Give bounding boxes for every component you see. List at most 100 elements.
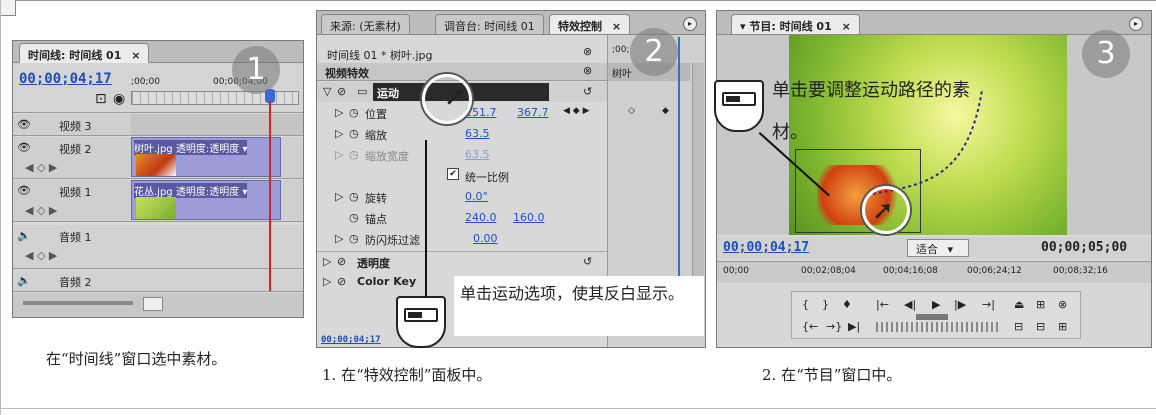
lift-icon[interactable]: ⏏ xyxy=(1014,298,1024,311)
expand-triangle-icon[interactable]: ▽ xyxy=(323,85,331,98)
fit-dropdown[interactable]: 适合 ▾ xyxy=(907,239,969,257)
opacity-label: 透明度 xyxy=(357,257,390,270)
jog-shuttle[interactable] xyxy=(876,322,1000,332)
marker-icon[interactable]: ◉ xyxy=(113,91,125,107)
ruler-tick-3: 00;06;24;12 xyxy=(967,266,1022,276)
zoom-slider[interactable] xyxy=(23,301,133,305)
rotation-value[interactable]: 0.0° xyxy=(465,190,488,203)
tab-audio-mixer[interactable]: 调音台: 时间线 01 xyxy=(435,14,544,34)
trim-icon[interactable]: ⊞ xyxy=(1036,298,1045,311)
speaker-icon[interactable]: 🔈 xyxy=(17,229,31,242)
anchor-x[interactable]: 240.0 xyxy=(465,211,497,224)
program-ruler[interactable]: 00;00 00;02;08;04 00;04;16;08 00;06;24;1… xyxy=(717,261,1151,283)
flicker-value[interactable]: 0.00 xyxy=(473,232,498,245)
motion-label: 运动 xyxy=(377,87,399,100)
panel-menu-icon[interactable]: ▸ xyxy=(683,17,697,31)
speaker-icon[interactable]: 🔈 xyxy=(17,274,31,287)
expand-triangle-icon[interactable]: ▷ xyxy=(335,148,343,161)
step-back-icon[interactable]: ◀| xyxy=(904,298,916,311)
scale-value[interactable]: 63.5 xyxy=(465,127,490,140)
reset-icon[interactable]: ↺ xyxy=(583,255,592,268)
insert-icon[interactable]: ⊟ xyxy=(1036,320,1045,333)
leader-line xyxy=(425,140,427,298)
extract-icon[interactable]: ⊟ xyxy=(1014,320,1023,333)
scroll-thumb[interactable] xyxy=(143,297,163,311)
stopwatch-icon[interactable]: ◷ xyxy=(349,232,359,245)
close-icon[interactable]: × xyxy=(131,49,140,62)
stopwatch-icon[interactable]: ◷ xyxy=(349,211,359,224)
bottom-border xyxy=(0,408,1156,409)
keyframe-nav-icon[interactable]: ◀ ◇ ▶ xyxy=(25,204,57,217)
tab-program-label: ▾ 节目: 时间线 01 xyxy=(740,20,832,33)
expand-triangle-icon[interactable]: ▷ xyxy=(335,106,343,119)
page: 时间线: 时间线 01 × 00;00;04;17 ;00;00 00;00;0… xyxy=(0,0,1156,415)
keyframe-nav-icon[interactable]: ◀ ◆ ▶ xyxy=(563,106,590,116)
cursor-icon: ➚ xyxy=(872,196,894,226)
expand-triangle-icon[interactable]: ▷ xyxy=(335,190,343,203)
ruler-start-label: ;00;00 xyxy=(131,77,160,87)
snap-icon[interactable]: ⊡ xyxy=(95,91,107,107)
export-frame-icon[interactable]: ⊗ xyxy=(1058,298,1067,311)
expand-triangle-icon[interactable]: ▷ xyxy=(323,255,331,268)
step-forward-icon[interactable]: |▶ xyxy=(954,298,966,311)
program-timecode[interactable]: 00;00;04;17 xyxy=(723,240,809,255)
mark-in-icon[interactable]: { xyxy=(802,298,809,311)
eye-icon[interactable]: 👁 xyxy=(17,141,31,154)
expand-triangle-icon[interactable]: ▷ xyxy=(335,127,343,140)
note-motion: 单击运动选项，使其反白显示。 xyxy=(460,284,685,303)
goto-in-icon[interactable]: |← xyxy=(876,298,889,311)
tab-source[interactable]: 来源: (无素材) xyxy=(321,14,410,34)
stopwatch-icon[interactable]: ◷ xyxy=(349,106,359,119)
fx-toggle-icon[interactable]: ⊘ xyxy=(337,255,346,268)
marker-icon[interactable]: ♦ xyxy=(842,298,852,311)
track-video3-lane[interactable] xyxy=(131,114,303,135)
anchor-y[interactable]: 160.0 xyxy=(513,211,545,224)
transport-box: { } ♦ |← ◀| ▶ |▶ →| ⏏ ⊞ ⊗ {← →} ▶| ⊟ ⊟ ⊞ xyxy=(791,291,1081,339)
overlay-icon[interactable]: ⊞ xyxy=(1058,320,1067,333)
eye-icon[interactable]: 👁 xyxy=(17,184,31,197)
keyframe-icon[interactable]: ◆ xyxy=(662,106,669,116)
goto-next-icon[interactable]: →} xyxy=(826,320,842,333)
position-y[interactable]: 367.7 xyxy=(517,106,549,119)
uniform-checkbox[interactable]: ✔ xyxy=(447,168,459,180)
stopwatch-icon[interactable]: ◷ xyxy=(349,127,359,140)
play-icon[interactable]: ▶ xyxy=(932,298,940,311)
timeline-timecode[interactable]: 00;00;04;17 xyxy=(19,71,112,87)
collapse-icon[interactable]: ⊗ xyxy=(583,64,592,77)
play-in-out-icon[interactable]: ▶| xyxy=(848,320,860,333)
keyframe-icon[interactable]: ◇ xyxy=(628,106,635,116)
clip-v2[interactable]: 树叶.jpg 透明度:透明度 ▾ xyxy=(131,137,281,177)
zoom-bar[interactable] xyxy=(13,293,303,317)
anchor-row: ◷ 锚点 240.0 160.0 xyxy=(317,208,607,228)
expand-triangle-icon[interactable]: ▷ xyxy=(323,275,331,288)
stopwatch-icon[interactable]: ◷ xyxy=(349,190,359,203)
track-video1-label: 视频 1 xyxy=(59,186,92,199)
clip-v1[interactable]: 花丛.jpg 透明度:透明度 ▾ xyxy=(131,180,281,220)
transport-controls: { } ♦ |← ◀| ▶ |▶ →| ⏏ ⊞ ⊗ {← →} ▶| ⊟ ⊟ ⊞ xyxy=(717,285,1151,347)
expand-triangle-icon[interactable]: ▷ xyxy=(335,232,343,245)
track-audio2: 🔈 音频 2 xyxy=(13,270,303,292)
reset-icon[interactable]: ↺ xyxy=(583,85,592,98)
fx-toggle-icon[interactable]: ⊘ xyxy=(337,85,346,98)
track-video2: 👁 视频 2 ◀ ◇ ▶ 树叶.jpg 透明度:透明度 ▾ xyxy=(13,137,303,179)
footer-timecode[interactable]: 00;00;04;17 xyxy=(321,335,381,345)
tab-program[interactable]: ▾ 节目: 时间线 01 × xyxy=(731,14,860,34)
eye-icon[interactable]: 👁 xyxy=(17,118,31,131)
keyframe-nav-icon[interactable]: ◀ ◇ ▶ xyxy=(25,249,57,262)
shuttle-slider[interactable] xyxy=(916,314,948,320)
goto-out-icon[interactable]: →| xyxy=(982,298,995,311)
panel-menu-icon[interactable]: ▸ xyxy=(1129,17,1143,31)
mark-out-icon[interactable]: } xyxy=(822,298,829,311)
fx-toggle-icon[interactable]: ⊘ xyxy=(337,275,346,288)
keyframe-nav-icon[interactable]: ◀ ◇ ▶ xyxy=(25,161,57,174)
goto-prev-icon[interactable]: {← xyxy=(802,320,818,333)
chevron-down-icon: ▾ xyxy=(947,243,954,256)
close-icon[interactable]: × xyxy=(842,20,851,33)
clip-v1-label: 花丛.jpg 透明度:透明度 ▾ xyxy=(134,183,248,198)
tab-timeline[interactable]: 时间线: 时间线 01 × xyxy=(19,43,150,63)
tab-effect-controls[interactable]: 特效控制 × xyxy=(549,14,631,34)
opacity-row[interactable]: ▷ ⊘ 透明度 ↺ xyxy=(317,251,607,271)
close-icon[interactable]: × xyxy=(612,20,621,33)
show-timeline-icon[interactable]: ⊗ xyxy=(583,45,592,58)
stopwatch-icon[interactable]: ◷ xyxy=(349,148,359,161)
